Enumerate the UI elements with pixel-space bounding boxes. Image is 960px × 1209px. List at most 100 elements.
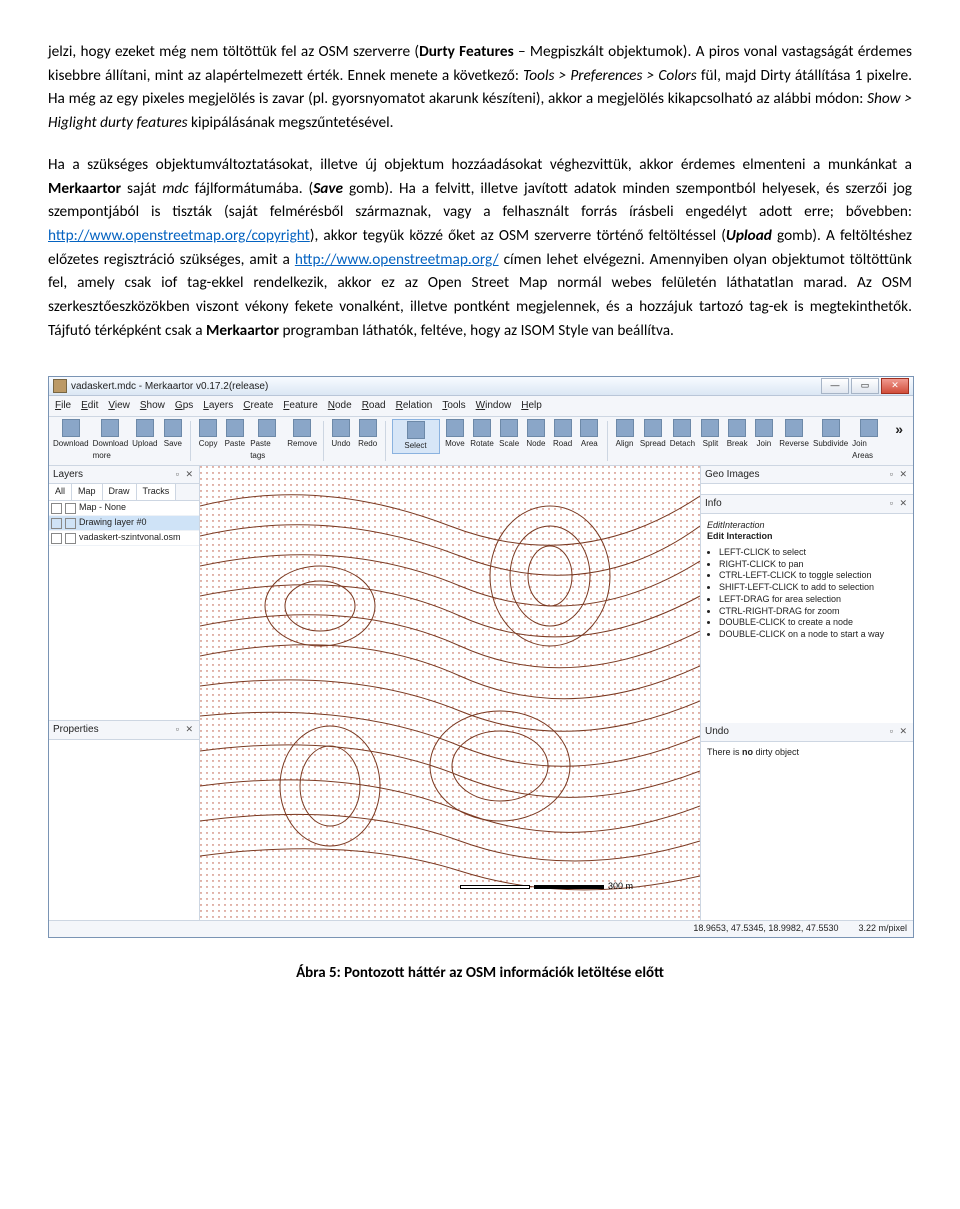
menu-create[interactable]: Create	[243, 398, 273, 414]
layers-panel-title: Layers	[53, 467, 83, 483]
text: kipipálásának megszűntetésével.	[188, 113, 394, 132]
toolbtn-spread[interactable]: Spread	[640, 419, 666, 450]
menubar: File Edit View Show Gps Layers Create Feature No…	[49, 396, 913, 417]
panel-controls-icon[interactable]: ▫ ✕	[176, 468, 195, 482]
layer-lock-icon[interactable]	[65, 533, 76, 544]
layer-visibility-icon[interactable]	[51, 533, 62, 544]
minimize-button[interactable]: —	[821, 378, 849, 394]
close-button[interactable]: ✕	[881, 378, 909, 394]
layer-lock-icon[interactable]	[65, 503, 76, 514]
toolbtn-copy[interactable]: Copy	[197, 419, 220, 450]
toolbtn-paste-tags[interactable]: Paste tags	[250, 419, 283, 463]
toolbtn-select[interactable]: Select	[394, 421, 438, 452]
toolbtn-label: Copy	[199, 438, 218, 450]
layer-row[interactable]: Map - None	[49, 501, 199, 516]
toolbtn-split[interactable]: Split	[699, 419, 722, 450]
layer-visibility-icon[interactable]	[51, 518, 62, 529]
area-icon	[580, 419, 598, 437]
toolbtn-remove[interactable]: Remove	[287, 419, 317, 450]
layer-lock-icon[interactable]	[65, 518, 76, 529]
layers-tab-all[interactable]: All	[49, 484, 72, 500]
layer-label: Drawing layer #0	[79, 516, 147, 530]
toolbtn-label: Detach	[670, 438, 695, 450]
toolbtn-align[interactable]: Align	[613, 419, 636, 450]
menu-feature[interactable]: Feature	[283, 398, 317, 414]
split-icon	[701, 419, 719, 437]
status-zoom: 3.22 m/pixel	[858, 922, 907, 936]
toolbar-overflow-icon[interactable]: »	[889, 419, 909, 441]
undo-panel-title: Undo	[705, 724, 729, 740]
menu-window[interactable]: Window	[476, 398, 512, 414]
toolbtn-label: Subdivide	[813, 438, 848, 450]
menu-view[interactable]: View	[108, 398, 130, 414]
info-panel-title: Info	[705, 496, 722, 512]
menu-edit[interactable]: Edit	[81, 398, 98, 414]
toolbtn-label: Join	[757, 438, 772, 450]
panel-controls-icon[interactable]: ▫ ✕	[890, 725, 909, 739]
menu-help[interactable]: Help	[521, 398, 542, 414]
toolbtn-subdivide[interactable]: Subdivide	[813, 419, 848, 450]
toolbtn-join-areas[interactable]: Join Areas	[852, 419, 885, 463]
geoimages-panel-title: Geo Images	[705, 467, 759, 483]
layer-row[interactable]: vadaskert-szintvonal.osm	[49, 531, 199, 546]
toolbtn-save[interactable]: Save	[162, 419, 185, 450]
layers-tab-tracks[interactable]: Tracks	[137, 484, 177, 500]
toolbtn-upload[interactable]: Upload	[132, 419, 157, 450]
toolbtn-detach[interactable]: Detach	[670, 419, 695, 450]
layer-visibility-icon[interactable]	[51, 503, 62, 514]
panel-controls-icon[interactable]: ▫ ✕	[890, 468, 909, 482]
properties-panel-title: Properties	[53, 722, 99, 738]
button-name-save: Save	[313, 179, 343, 198]
toolbtn-join[interactable]: Join	[753, 419, 776, 450]
menu-road[interactable]: Road	[362, 398, 386, 414]
menu-layers[interactable]: Layers	[203, 398, 233, 414]
toolbtn-scale[interactable]: Scale	[498, 419, 521, 450]
toolbtn-undo[interactable]: Undo	[330, 419, 353, 450]
text: programban láthatók, feltéve, hogy az IS…	[279, 321, 674, 340]
figure-caption: Ábra 5: Pontozott háttér az OSM informác…	[48, 962, 912, 985]
link-osm-copyright[interactable]: http://www.openstreetmap.org/copyright	[48, 226, 310, 245]
toolbtn-label: Join Areas	[852, 438, 885, 463]
layers-tab-draw[interactable]: Draw	[103, 484, 137, 500]
toolbtn-reverse[interactable]: Reverse	[779, 419, 809, 450]
maximize-button[interactable]: ▭	[851, 378, 879, 394]
info-hint: SHIFT-LEFT-CLICK to add to selection	[719, 582, 907, 594]
undo-panel-body: There is no dirty object	[701, 742, 913, 920]
link-osm-home[interactable]: http://www.openstreetmap.org/	[295, 250, 499, 269]
toolbtn-label: Split	[703, 438, 719, 450]
toolbtn-paste[interactable]: Paste	[223, 419, 246, 450]
toolbtn-redo[interactable]: Redo	[356, 419, 379, 450]
panel-controls-icon[interactable]: ▫ ✕	[890, 497, 909, 511]
menu-tools[interactable]: Tools	[442, 398, 465, 414]
menu-relation[interactable]: Relation	[396, 398, 433, 414]
toolbtn-rotate[interactable]: Rotate	[470, 419, 494, 450]
app-name: Merkaartor	[206, 321, 279, 340]
toolbtn-break[interactable]: Break	[726, 419, 749, 450]
toolbtn-label: Node	[526, 438, 545, 450]
copy-icon	[199, 419, 217, 437]
toolbtn-download[interactable]: Download	[53, 419, 89, 450]
scale-icon	[500, 419, 518, 437]
toolbtn-download-more[interactable]: Download more	[93, 419, 129, 463]
toolbtn-node[interactable]: Node	[525, 419, 548, 450]
menu-gps[interactable]: Gps	[175, 398, 193, 414]
merkaartor-screenshot: vadaskert.mdc - Merkaartor v0.17.2(relea…	[48, 376, 914, 937]
toolbtn-label: Rotate	[470, 438, 494, 450]
toolbtn-road[interactable]: Road	[551, 419, 574, 450]
contour-lines-graphic	[200, 466, 700, 920]
toolbtn-move[interactable]: Move	[444, 419, 467, 450]
panel-controls-icon[interactable]: ▫ ✕	[176, 723, 195, 737]
layer-row[interactable]: Drawing layer #0	[49, 516, 199, 531]
layers-tab-map[interactable]: Map	[72, 484, 103, 500]
menu-show[interactable]: Show	[140, 398, 165, 414]
status-bar: 18.9653, 47.5345, 18.9982, 47.5530 3.22 …	[49, 920, 913, 937]
info-hint: DOUBLE-CLICK on a node to start a way	[719, 629, 907, 641]
menu-node[interactable]: Node	[328, 398, 352, 414]
geoimages-panel-header: Geo Images ▫ ✕	[701, 466, 913, 485]
toolbtn-area[interactable]: Area	[578, 419, 601, 450]
menu-file[interactable]: File	[55, 398, 71, 414]
layers-list: Map - NoneDrawing layer #0vadaskert-szin…	[49, 501, 199, 546]
subdivide-icon	[822, 419, 840, 437]
map-canvas[interactable]: 300 m	[200, 466, 700, 920]
window-title: vadaskert.mdc - Merkaartor v0.17.2(relea…	[71, 379, 268, 395]
